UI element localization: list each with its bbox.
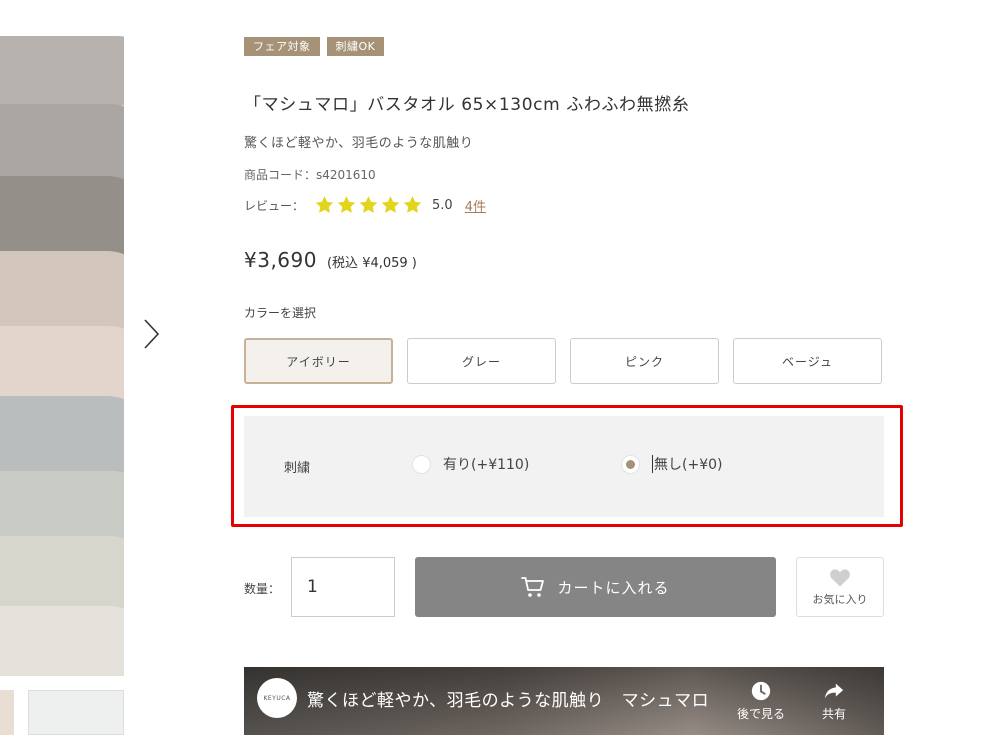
product-code: 商品コード：s4201610 (244, 168, 376, 182)
color-options: アイボリー グレー ピンク ベージュ (244, 338, 882, 384)
color-option-pink[interactable]: ピンク (570, 338, 719, 384)
price: ¥3,690 (税込 ¥4,059 ) (244, 248, 417, 272)
quantity-input[interactable] (291, 557, 395, 617)
badge-fair: フェア対象 (244, 37, 320, 56)
add-to-cart-button[interactable]: カートに入れる (415, 557, 776, 617)
review-count-link[interactable]: 4件 (465, 196, 486, 215)
watch-later-button[interactable]: 後で見る (737, 680, 785, 722)
review-summary: レビュー： 5.0 4件 (244, 195, 486, 215)
price-main: ¥3,690 (244, 248, 317, 272)
favorite-button[interactable]: お気に入り (796, 557, 884, 617)
star-icon (337, 196, 356, 213)
share-label: 共有 (822, 707, 847, 721)
star-icon (359, 196, 378, 213)
review-score: 5.0 (432, 197, 453, 213)
star-icon (403, 196, 422, 213)
product-subtitle: 驚くほど軽やか、羽毛のような肌触り (244, 136, 474, 151)
star-icon (315, 196, 334, 213)
price-tax-included: (税込 ¥4,059 ) (326, 256, 417, 271)
clock-icon (751, 681, 771, 701)
next-image-arrow-icon[interactable] (140, 318, 162, 350)
favorite-label: お気に入り (812, 592, 868, 606)
video-title[interactable]: 驚くほど軽やか、羽毛のような肌触り マシュマロ (307, 686, 727, 711)
badge-list: フェア対象 刺繍OK (244, 37, 385, 56)
quantity-label: 数量： (244, 582, 281, 596)
thumbnail-1[interactable] (0, 690, 14, 735)
channel-logo[interactable]: KEYUCA (257, 678, 297, 718)
review-stars (314, 195, 424, 215)
color-option-gray[interactable]: グレー (407, 338, 556, 384)
color-option-beige[interactable]: ベージュ (733, 338, 882, 384)
add-to-cart-label: カートに入れる (557, 578, 670, 597)
share-arrow-icon (824, 683, 844, 699)
color-select-label: カラーを選択 (244, 306, 317, 320)
heart-icon (830, 568, 850, 587)
watch-later-label: 後で見る (737, 707, 786, 721)
product-main-image (0, 36, 124, 676)
product-title: 「マシュマロ」バスタオル 65×130cm ふわふわ無撚糸 (244, 95, 690, 115)
embedded-video[interactable]: KEYUCA 驚くほど軽やか、羽毛のような肌触り マシュマロ 後で見る 共有 (244, 667, 884, 735)
review-label: レビュー： (244, 198, 305, 213)
color-option-ivory[interactable]: アイボリー (244, 338, 393, 384)
share-button[interactable]: 共有 (822, 680, 846, 722)
cart-icon (521, 577, 545, 597)
embroidery-highlight-box (231, 405, 903, 527)
thumbnail-2[interactable] (28, 690, 124, 735)
badge-embroidery-ok: 刺繍OK (326, 37, 385, 56)
star-icon (381, 196, 400, 213)
